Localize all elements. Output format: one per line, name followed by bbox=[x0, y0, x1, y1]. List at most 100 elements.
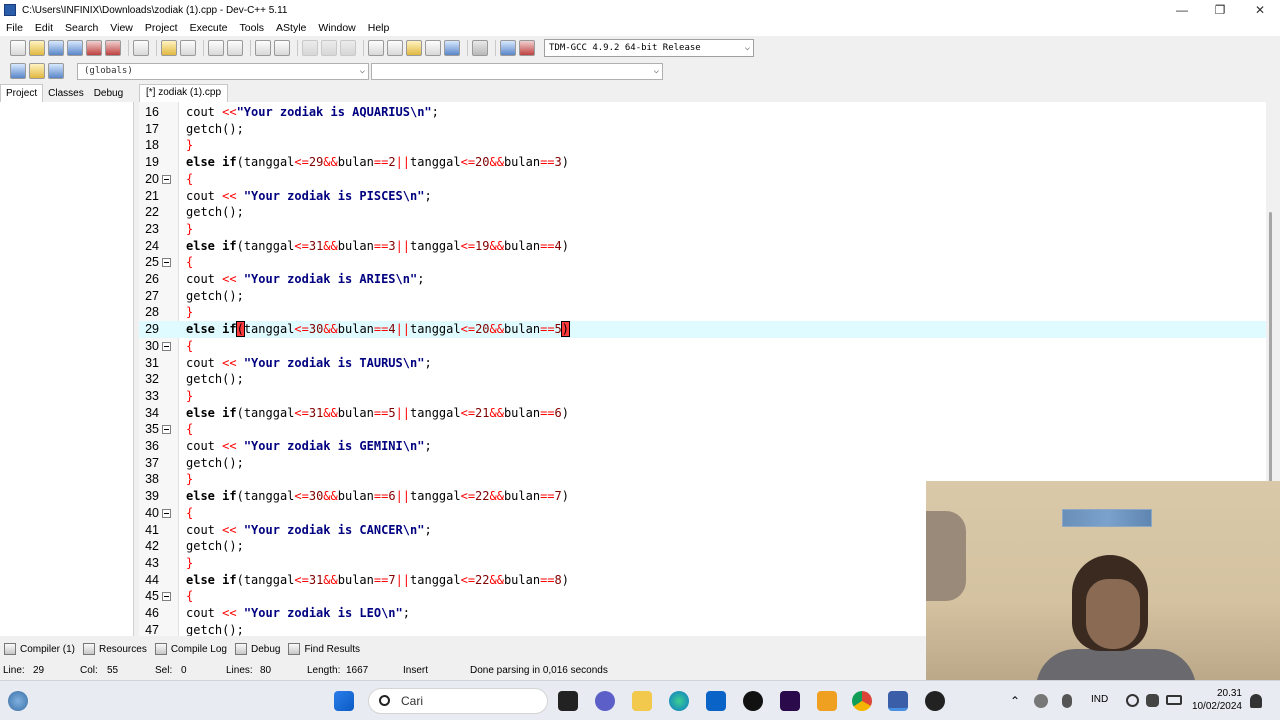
bookmark-icon[interactable] bbox=[340, 40, 356, 56]
code-line[interactable]: 25 { bbox=[139, 254, 1266, 271]
menu-edit[interactable]: Edit bbox=[29, 20, 59, 36]
code-line[interactable]: 33} bbox=[139, 388, 1266, 405]
menu-astyle[interactable]: AStyle bbox=[270, 20, 312, 36]
code-line[interactable]: 21 cout << "Your zodiak is PISCES\n"; bbox=[139, 188, 1266, 205]
code-line[interactable]: 19 else if(tanggal<=29&&bulan==2||tanggal… bbox=[139, 154, 1266, 171]
code-line[interactable]: 24 else if(tanggal<=31&&bulan==3||tanggal… bbox=[139, 238, 1266, 255]
menu-tools[interactable]: Tools bbox=[234, 20, 271, 36]
taskbar-search[interactable]: Cari bbox=[368, 688, 548, 714]
replace-icon[interactable] bbox=[227, 40, 243, 56]
code-line[interactable]: 37 getch(); bbox=[139, 455, 1266, 472]
class-browser-icon[interactable] bbox=[425, 40, 441, 56]
maximize-button[interactable]: ❐ bbox=[1200, 0, 1240, 20]
unindent-icon[interactable] bbox=[274, 40, 290, 56]
code-line[interactable]: 17 getch(); bbox=[139, 121, 1266, 138]
tab-compiler[interactable]: Compiler (1) bbox=[4, 643, 75, 655]
cloud-icon[interactable] bbox=[1034, 694, 1048, 708]
chart-icon[interactable] bbox=[500, 40, 516, 56]
menu-search[interactable]: Search bbox=[59, 20, 104, 36]
open-file-icon[interactable] bbox=[29, 40, 45, 56]
file-explorer-icon[interactable] bbox=[632, 691, 652, 711]
chat-icon[interactable] bbox=[595, 691, 615, 711]
taskbar-clock[interactable]: 20.31 10/02/2024 bbox=[1190, 687, 1242, 713]
save-icon[interactable] bbox=[48, 40, 64, 56]
tiktok-icon[interactable] bbox=[743, 691, 763, 711]
back-icon[interactable] bbox=[302, 40, 318, 56]
minimize-button[interactable]: — bbox=[1162, 0, 1202, 20]
tab-debug[interactable]: Debug bbox=[89, 85, 128, 102]
code-line[interactable]: 32 getch(); bbox=[139, 371, 1266, 388]
goto-definition-icon[interactable] bbox=[10, 63, 26, 79]
task-view-icon[interactable] bbox=[558, 691, 578, 711]
tab-debug-output[interactable]: Debug bbox=[234, 643, 280, 655]
code-line[interactable]: 29 else if(tanggal<=30&&bulan==4||tanggal… bbox=[139, 321, 1266, 338]
fold-collapse-icon[interactable] bbox=[162, 341, 171, 351]
tab-resources[interactable]: Resources bbox=[83, 643, 147, 655]
code-line[interactable]: 23} bbox=[139, 221, 1266, 238]
print-icon[interactable] bbox=[133, 40, 149, 56]
code-line[interactable]: 36 cout << "Your zodiak is GEMINI\n"; bbox=[139, 438, 1266, 455]
notification-bell-icon[interactable] bbox=[1250, 694, 1262, 708]
chrome-icon[interactable] bbox=[852, 691, 872, 711]
code-line[interactable]: 35 { bbox=[139, 421, 1266, 438]
new-project-icon[interactable] bbox=[368, 40, 384, 56]
code-line[interactable]: 26 cout << "Your zodiak is ARIES\n"; bbox=[139, 271, 1266, 288]
find-icon[interactable] bbox=[208, 40, 224, 56]
close-all-icon[interactable] bbox=[105, 40, 121, 56]
fold-collapse-icon[interactable] bbox=[162, 174, 171, 184]
scrollbar-thumb[interactable] bbox=[1269, 212, 1272, 512]
obs-icon[interactable] bbox=[925, 691, 945, 711]
code-line[interactable]: 18} bbox=[139, 137, 1266, 154]
menu-project[interactable]: Project bbox=[139, 20, 184, 36]
indent-icon[interactable] bbox=[255, 40, 271, 56]
profile-icon[interactable] bbox=[519, 40, 535, 56]
mail-icon[interactable] bbox=[706, 691, 726, 711]
fold-collapse-icon[interactable] bbox=[162, 258, 171, 268]
menu-execute[interactable]: Execute bbox=[184, 20, 234, 36]
fold-collapse-icon[interactable] bbox=[162, 592, 171, 602]
members-select[interactable]: ⌵ bbox=[371, 62, 663, 80]
code-line[interactable]: 34 else if(tanggal<=31&&bulan==5||tanggal… bbox=[139, 405, 1266, 422]
tab-compile-log[interactable]: Compile Log bbox=[154, 643, 227, 655]
code-line[interactable]: 28} bbox=[139, 304, 1266, 321]
devcpp-taskbar-icon[interactable] bbox=[888, 691, 908, 711]
scope-select[interactable]: (globals) ⌵ bbox=[77, 62, 369, 80]
premiere-icon[interactable] bbox=[780, 691, 800, 711]
project-panel[interactable] bbox=[0, 102, 134, 636]
microphone-icon[interactable] bbox=[1062, 694, 1072, 708]
tab-classes[interactable]: Classes bbox=[43, 85, 89, 102]
tab-project[interactable]: Project bbox=[0, 84, 44, 102]
fold-collapse-icon[interactable] bbox=[162, 425, 171, 435]
stop-icon[interactable] bbox=[472, 40, 488, 56]
widgets-icon[interactable] bbox=[8, 691, 28, 711]
code-line[interactable]: 30 { bbox=[139, 338, 1266, 355]
edge-icon[interactable] bbox=[669, 691, 689, 711]
close-file-icon[interactable] bbox=[86, 40, 102, 56]
language-indicator[interactable]: IND bbox=[1091, 694, 1108, 705]
toggle-bookmark-icon[interactable] bbox=[48, 63, 64, 79]
editor-file-tab[interactable]: [*] zodiak (1).cpp bbox=[139, 84, 229, 102]
globe-icon[interactable] bbox=[1126, 694, 1139, 707]
project-options-icon[interactable] bbox=[406, 40, 422, 56]
chevron-up-icon[interactable]: ⌃ bbox=[1010, 694, 1020, 708]
insert-code-icon[interactable] bbox=[29, 63, 45, 79]
menu-file[interactable]: File bbox=[0, 20, 29, 36]
open-project-icon[interactable] bbox=[387, 40, 403, 56]
battery-icon[interactable] bbox=[1166, 695, 1182, 705]
undo-icon[interactable] bbox=[161, 40, 177, 56]
menu-help[interactable]: Help bbox=[362, 20, 396, 36]
code-line[interactable]: 31 cout << "Your zodiak is TAURUS\n"; bbox=[139, 355, 1266, 372]
menu-view[interactable]: View bbox=[104, 20, 139, 36]
new-file-icon[interactable] bbox=[10, 40, 26, 56]
menu-window[interactable]: Window bbox=[312, 20, 361, 36]
code-line[interactable]: 20 { bbox=[139, 171, 1266, 188]
code-line[interactable]: 27 getch(); bbox=[139, 288, 1266, 305]
code-line[interactable]: 22 getch(); bbox=[139, 204, 1266, 221]
check-syntax-icon[interactable] bbox=[444, 40, 460, 56]
speaker-icon[interactable] bbox=[1146, 694, 1159, 707]
sublime-icon[interactable] bbox=[817, 691, 837, 711]
forward-icon[interactable] bbox=[321, 40, 337, 56]
tab-find-results[interactable]: Find Results bbox=[288, 643, 360, 655]
fold-collapse-icon[interactable] bbox=[162, 508, 171, 518]
close-button[interactable]: ✕ bbox=[1240, 0, 1280, 20]
